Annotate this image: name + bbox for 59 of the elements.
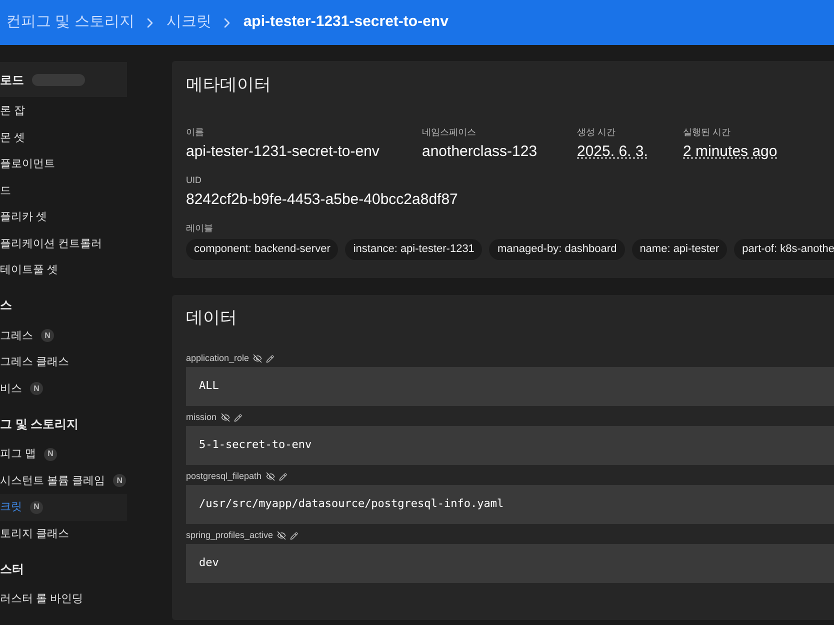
secret-key: postgresql_filepath [186,470,262,484]
sidebar-item[interactable]: 피그 맵 N [0,441,127,468]
field-label: 생성 시간 [577,126,617,138]
sidebar-section[interactable]: 그 및 스토리지 [0,406,127,441]
sidebar-item[interactable]: 비스 N [0,376,127,402]
sidebar-item[interactable]: 크릿 N [0,494,127,520]
field-value: 2025. 6. 3. [577,142,649,162]
sidebar-item[interactable]: 플로이먼트 [0,151,127,178]
eye-off-icon[interactable] [277,531,286,540]
secret-value: /usr/src/myapp/datasource/postgresql-info.yaml [186,484,834,524]
sidebar-item[interactable]: 시스턴트 볼륨 클레임 N [0,468,127,494]
eye-off-icon[interactable] [253,354,262,363]
card-title: 메타데이터 [186,74,272,96]
new-badge: N [41,329,54,342]
label-chip: name: api-tester [632,239,728,260]
field-label: 레이블 [186,222,214,234]
new-badge: N [113,474,126,488]
sidebar-item[interactable]: 몬 셋 [0,124,127,151]
sidebar-item[interactable]: 테이트풀 셋 [0,257,127,284]
pencil-icon[interactable] [290,532,298,540]
secret-value: dev [186,544,834,582]
new-badge: N [30,382,43,396]
pencil-icon[interactable] [234,414,242,422]
pencil-icon[interactable] [278,472,287,480]
eye-off-icon[interactable] [266,472,275,481]
field-value: api-tester-1231-secret-to-env [186,142,380,162]
new-badge: N [30,500,43,514]
field-value: 8242cf2b-b9fe-4453-a5be-40bcc2a8df87 [186,190,459,210]
field-value: 2 minutes ago [683,142,778,162]
sidebar-item[interactable]: 플리카 셋 [0,204,127,230]
sidebar-item[interactable]: 그레스 클래스 [0,349,127,376]
field-label: 네임스페이스 [422,126,477,138]
secret-value: ALL [186,366,834,406]
card-title: 데이터 [186,307,238,329]
label-chip: managed-by: dashboard [489,239,625,260]
new-badge: N [44,448,58,461]
sidebar-item[interactable]: 론 잡 [0,98,127,124]
field-label: UID [186,174,202,186]
sidebar-item[interactable]: 러스터 롤 바인딩 [0,586,127,612]
page-title: api-tester-1231-secret-to-env [243,12,448,32]
sidebar-item[interactable]: 플리케이션 컨트롤러 [0,230,127,257]
field-value: anotherclass-123 [422,142,538,162]
secret-key: mission [186,410,217,424]
secret-value: 5-1-secret-to-env [186,426,834,464]
label-chip: component: backend-server [186,239,338,260]
pencil-icon[interactable] [266,354,274,362]
label-chip: instance: api-tester-1231 [345,239,482,260]
sidebar-section[interactable]: 스터 [0,551,127,586]
label-chip: part-of: k8s-anothe [734,239,834,260]
field-label: 실행된 시간 [683,126,732,138]
sidebar-item[interactable]: 토리지 클래스 [0,520,127,547]
sidebar-item[interactable]: 드 [0,178,127,204]
secret-key: spring_profiles_active [186,528,274,542]
sidebar-section[interactable]: 로드 [0,62,127,97]
sidebar-section[interactable]: 스 [0,288,127,322]
secret-key: application_role [186,352,250,366]
sidebar-item[interactable]: 그레스 N [0,322,127,349]
eye-off-icon[interactable] [220,413,230,422]
field-label: 이름 [186,126,205,138]
